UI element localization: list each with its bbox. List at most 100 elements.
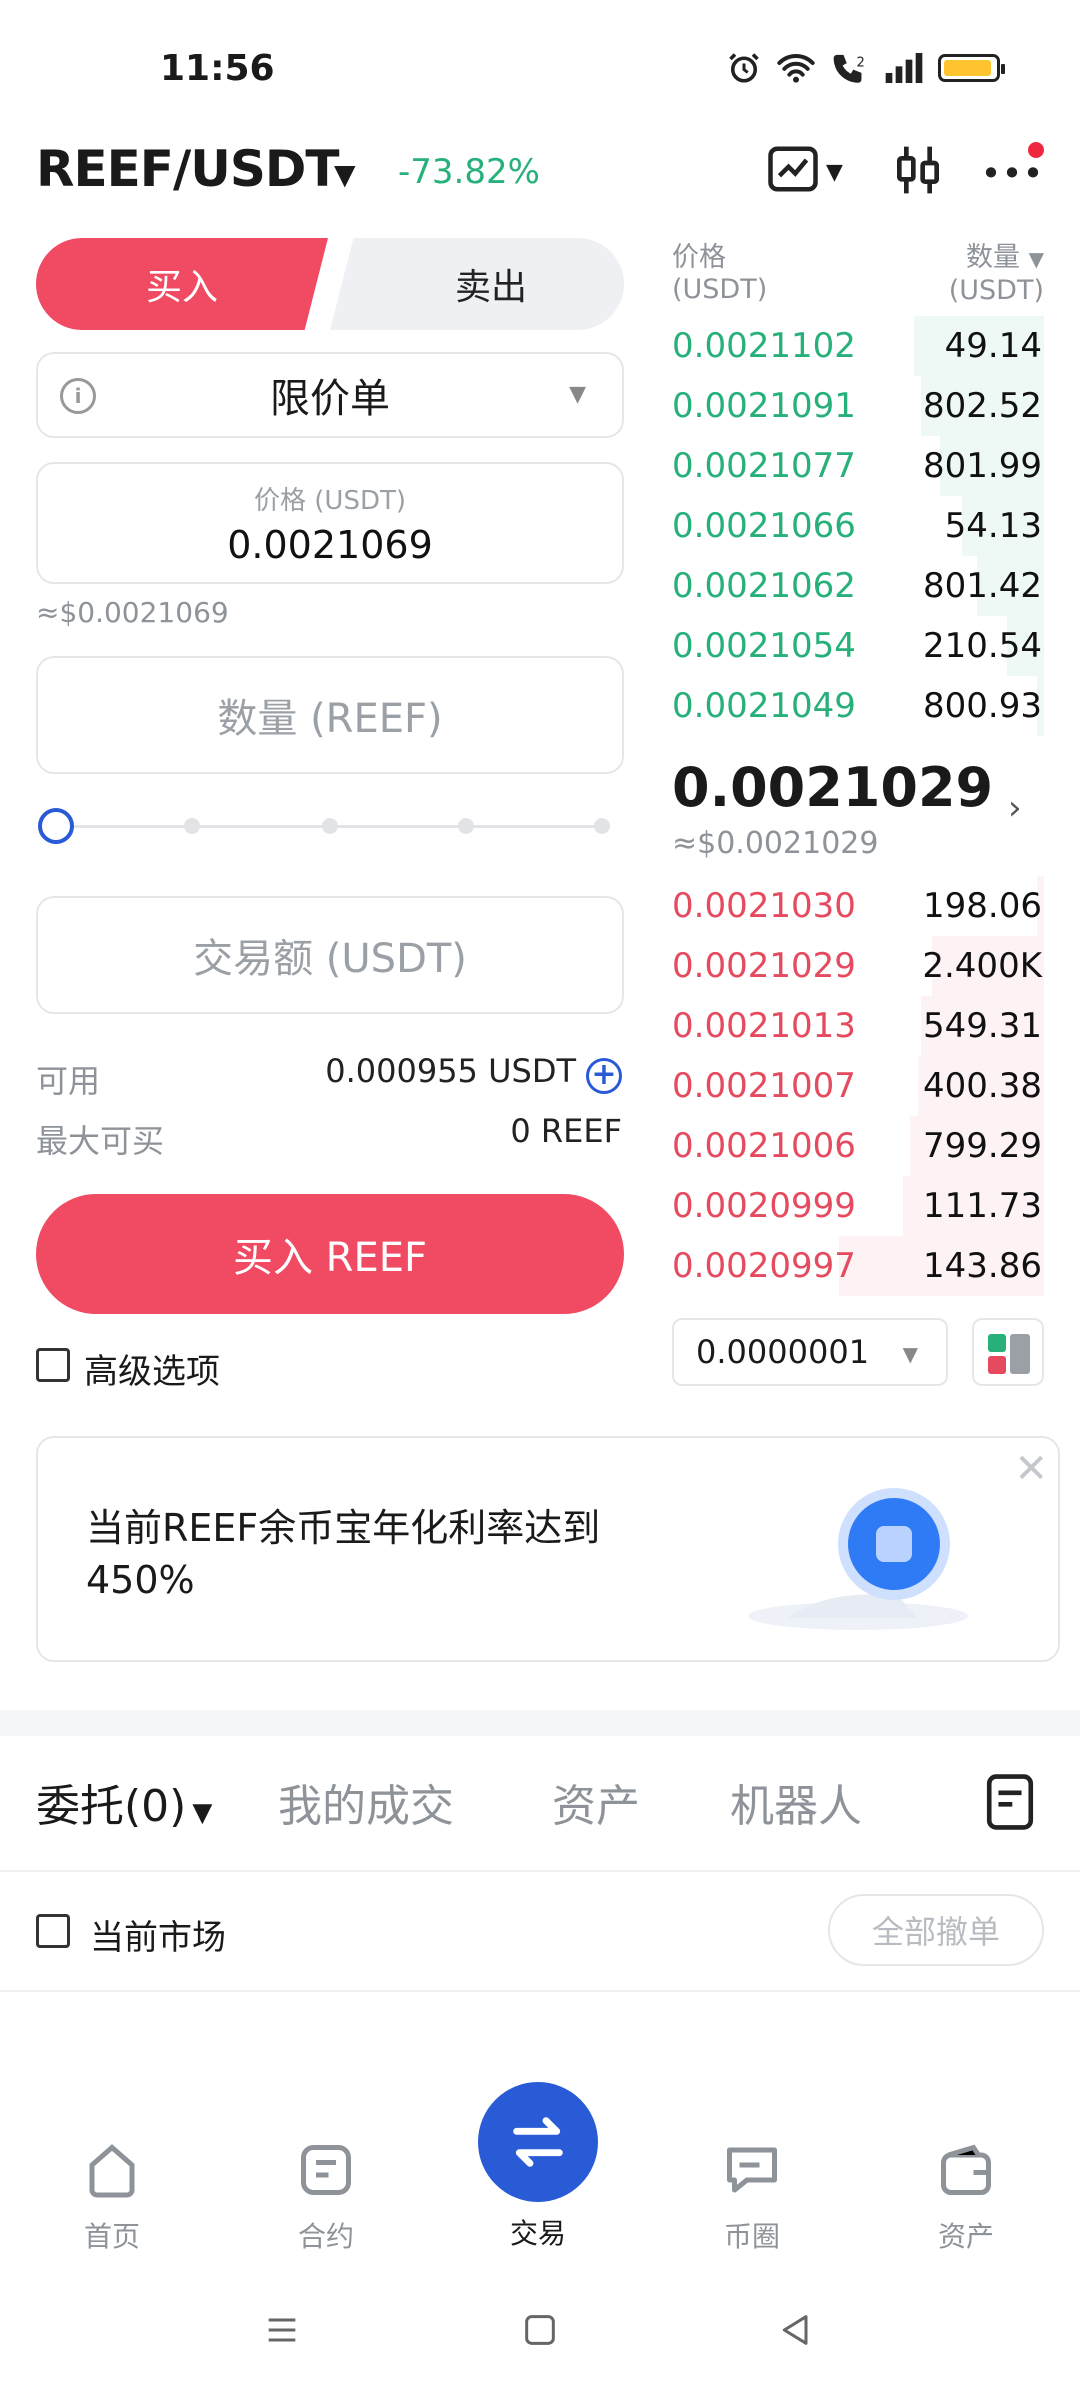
home-square-icon[interactable] bbox=[520, 2310, 560, 2350]
order-type-select[interactable]: i 限价单 ▼ bbox=[36, 352, 624, 438]
current-market-checkbox[interactable] bbox=[36, 1914, 70, 1948]
bid-price: 0.0021006 bbox=[672, 1126, 856, 1166]
ask-row[interactable]: 0.0021049 800.93 bbox=[672, 676, 1044, 736]
back-icon[interactable] bbox=[776, 2310, 816, 2350]
bid-qty: 2.400K bbox=[922, 946, 1042, 986]
ask-row[interactable]: 0.0021062 801.42 bbox=[672, 556, 1044, 616]
promo-text: 当前REEF余币宝年化利率达到450% bbox=[86, 1506, 601, 1602]
orderbook-layout-button[interactable] bbox=[972, 1318, 1044, 1386]
ask-price: 0.0021054 bbox=[672, 626, 856, 666]
bid-qty: 799.29 bbox=[923, 1126, 1042, 1166]
advanced-option-label: 高级选项 bbox=[84, 1352, 220, 1392]
bid-row[interactable]: 0.0020997 143.86 bbox=[672, 1236, 1044, 1296]
tab-robots[interactable]: 机器人 bbox=[730, 1770, 862, 1834]
tab-my-trades[interactable]: 我的成交 bbox=[278, 1770, 454, 1834]
ask-qty: 802.52 bbox=[923, 386, 1042, 426]
price-input-value[interactable]: 0.0021069 bbox=[38, 523, 622, 567]
chart-dropdown-icon[interactable]: ▼ bbox=[826, 160, 843, 185]
signal-icon bbox=[885, 53, 923, 83]
ask-price: 0.0021091 bbox=[672, 386, 856, 426]
bid-row[interactable]: 0.0021006 799.29 bbox=[672, 1116, 1044, 1176]
price-input[interactable]: 价格 (USDT) 0.0021069 bbox=[36, 462, 624, 584]
battery-icon bbox=[938, 54, 1005, 82]
candlestick-icon[interactable] bbox=[890, 142, 946, 198]
chevron-down-icon: ▼ bbox=[902, 1342, 918, 1366]
close-icon[interactable]: ✕ bbox=[1014, 1446, 1048, 1492]
ask-qty: 801.42 bbox=[923, 566, 1042, 606]
chevron-right-icon[interactable]: › bbox=[1008, 788, 1022, 828]
bid-price: 0.0021030 bbox=[672, 886, 856, 926]
bid-price: 0.0021029 bbox=[672, 946, 856, 986]
nav-contract-label: 合约 bbox=[297, 2220, 354, 2253]
menu-icon[interactable] bbox=[262, 2310, 302, 2350]
ask-qty: 54.13 bbox=[944, 506, 1042, 546]
nav-assets[interactable]: 资产 bbox=[906, 2140, 1026, 2255]
coin-illustration-icon bbox=[748, 1488, 968, 1630]
orderbook-qty-header[interactable]: 数量 ▼ (USDT) bbox=[949, 242, 1044, 307]
slider-knob[interactable] bbox=[38, 808, 74, 844]
bid-qty: 143.86 bbox=[923, 1246, 1042, 1286]
slider-step-100[interactable] bbox=[594, 818, 610, 834]
promo-banner[interactable]: 当前REEF余币宝年化利率达到450% ✕ bbox=[36, 1436, 1060, 1662]
info-icon[interactable]: i bbox=[60, 378, 96, 414]
bid-row[interactable]: 0.0020999 111.73 bbox=[672, 1176, 1044, 1236]
nav-home-label: 首页 bbox=[83, 2220, 140, 2253]
buy-button[interactable]: 买入 REEF bbox=[36, 1194, 624, 1314]
depth-step-select[interactable]: 0.0000001 ▼ bbox=[672, 1318, 948, 1386]
add-funds-icon[interactable]: + bbox=[586, 1058, 622, 1094]
quantity-input[interactable]: 数量 (REEF) bbox=[36, 656, 624, 774]
order-type-label: 限价单 bbox=[270, 376, 390, 422]
nav-community[interactable]: 币圈 bbox=[692, 2140, 812, 2255]
ask-row[interactable]: 0.0021054 210.54 bbox=[672, 616, 1044, 676]
amount-input[interactable]: 交易额 (USDT) bbox=[36, 896, 624, 1014]
mid-price: 0.0021029 bbox=[672, 756, 994, 819]
bid-row[interactable]: 0.0021013 549.31 bbox=[672, 996, 1044, 1056]
tab-orders[interactable]: 委托(0) ▼ bbox=[36, 1770, 212, 1834]
bid-row[interactable]: 0.0021030 198.06 bbox=[672, 876, 1044, 936]
advanced-checkbox[interactable] bbox=[36, 1348, 70, 1382]
price-change: -73.82% bbox=[398, 152, 540, 192]
slider-step-25[interactable] bbox=[184, 818, 200, 834]
bid-price: 0.0020999 bbox=[672, 1186, 856, 1226]
chart-icon[interactable] bbox=[766, 142, 820, 196]
bid-qty: 111.73 bbox=[923, 1186, 1042, 1226]
max-buy-label: 最大可买 bbox=[36, 1122, 165, 1160]
ask-row[interactable]: 0.0021102 49.14 bbox=[672, 316, 1044, 376]
price-usd-approx: ≈$0.0021069 bbox=[36, 596, 229, 629]
contract-icon bbox=[301, 2145, 351, 2195]
cancel-all-button[interactable]: 全部撤单 bbox=[828, 1894, 1044, 1966]
nav-trade[interactable] bbox=[478, 2082, 598, 2202]
ask-price: 0.0021062 bbox=[672, 566, 856, 606]
ask-row[interactable]: 0.0021077 801.99 bbox=[672, 436, 1044, 496]
nav-trade-label: 交易 bbox=[509, 2217, 566, 2250]
ask-qty: 800.93 bbox=[923, 686, 1042, 726]
slider-step-50[interactable] bbox=[322, 818, 338, 834]
svg-text:2: 2 bbox=[857, 55, 865, 70]
tab-orders-label: 委托(0) bbox=[36, 1781, 187, 1832]
nav-contract[interactable]: 合约 bbox=[266, 2140, 386, 2255]
bid-row[interactable]: 0.0021007 400.38 bbox=[672, 1056, 1044, 1116]
ask-row[interactable]: 0.0021091 802.52 bbox=[672, 376, 1044, 436]
nav-home[interactable]: 首页 bbox=[52, 2140, 172, 2255]
tab-assets[interactable]: 资产 bbox=[552, 1770, 640, 1834]
pair-dropdown-icon[interactable]: ▼ bbox=[334, 158, 356, 191]
qty-header: 数量 bbox=[966, 242, 1021, 273]
nav-community-label: 币圈 bbox=[723, 2220, 780, 2253]
slider-step-75[interactable] bbox=[458, 818, 474, 834]
pair-title[interactable]: REEF/USDT bbox=[36, 140, 339, 198]
ask-row[interactable]: 0.0021066 54.13 bbox=[672, 496, 1044, 556]
ask-qty: 210.54 bbox=[923, 626, 1042, 666]
price-input-label: 价格 (USDT) bbox=[254, 486, 406, 516]
nav-assets-label: 资产 bbox=[937, 2220, 994, 2253]
current-market-label: 当前市场 bbox=[90, 1918, 226, 1958]
ask-qty: 49.14 bbox=[944, 326, 1042, 366]
available-value: 0.000955 USDT bbox=[325, 1052, 576, 1090]
swap-icon bbox=[513, 2117, 563, 2167]
available-label: 可用 bbox=[36, 1062, 101, 1100]
tab-sell[interactable]: 卖出 bbox=[330, 238, 624, 330]
tab-buy[interactable]: 买入 bbox=[36, 238, 328, 330]
status-icons: 2 bbox=[726, 50, 1005, 86]
bid-row[interactable]: 0.0021029 2.400K bbox=[672, 936, 1044, 996]
home-icon bbox=[89, 2144, 135, 2198]
order-history-icon[interactable] bbox=[982, 1772, 1038, 1832]
